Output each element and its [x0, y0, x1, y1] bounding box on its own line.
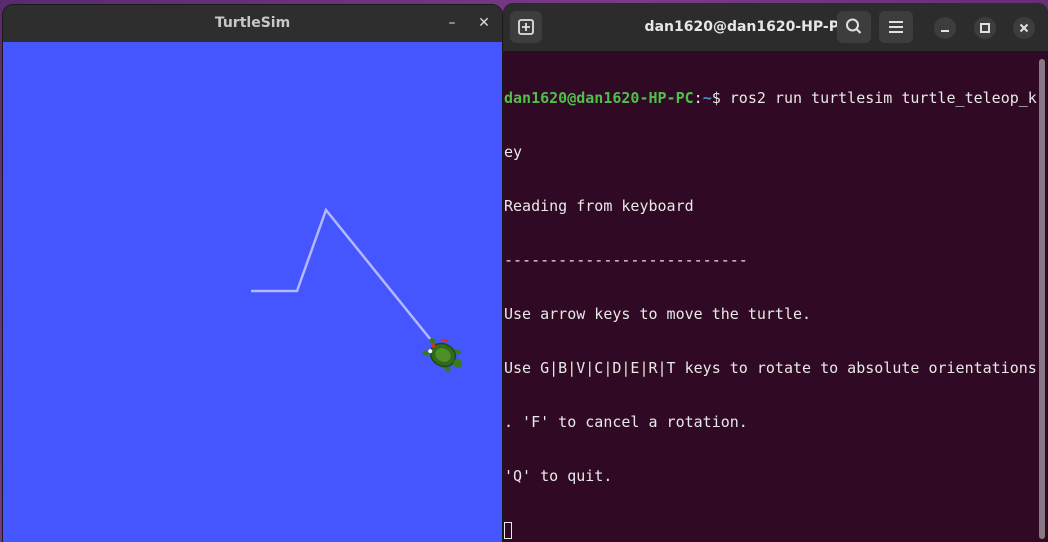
search-button[interactable] — [837, 11, 871, 43]
command-text: ros2 run turtlesim turtle_teleop_k — [729, 89, 1037, 107]
turtle-icon — [422, 338, 463, 372]
output-line: Reading from keyboard — [504, 197, 694, 215]
turtle-drawing — [251, 207, 463, 372]
terminal-minimize-button[interactable] — [934, 17, 956, 39]
command-wrap-line: ey — [504, 143, 523, 161]
prompt-user: dan1620@dan1620-HP-PC — [504, 89, 694, 107]
terminal-window: dan1620@dan1620-HP-PC: ~ dan1620@dan1620… — [503, 3, 1048, 542]
close-icon: ✕ — [478, 15, 490, 31]
menu-button[interactable] — [879, 11, 913, 43]
command-line: dan1620@dan1620-HP-PC:~$ ros2 run turtle… — [504, 89, 1037, 107]
terminal-close-button[interactable] — [1013, 17, 1035, 39]
turtlesim-titlebar[interactable]: TurtleSim – ✕ — [3, 5, 502, 43]
turtlesim-minimize-button[interactable]: – — [441, 12, 463, 34]
scrollbar-thumb[interactable] — [1039, 59, 1045, 539]
new-tab-icon — [518, 19, 534, 35]
output-line: Use arrow keys to move the turtle. — [504, 305, 812, 323]
turtlesim-close-button[interactable]: ✕ — [473, 12, 495, 34]
terminal-maximize-button[interactable] — [974, 17, 996, 39]
minimize-icon: – — [448, 15, 456, 31]
turtlesim-window: TurtleSim – ✕ — [3, 5, 502, 542]
output-line: Use G|B|V|C|D|E|R|T keys to rotate to ab… — [504, 359, 1037, 377]
hamburger-menu-icon — [889, 21, 903, 33]
new-tab-button[interactable] — [510, 11, 542, 43]
turtlesim-canvas — [3, 42, 502, 542]
cursor-line — [504, 521, 1037, 539]
terminal-title: dan1620@dan1620-HP-PC: ~ — [644, 19, 872, 35]
terminal-headerbar[interactable]: dan1620@dan1620-HP-PC: ~ — [503, 3, 1048, 52]
maximize-icon — [980, 23, 990, 33]
close-icon — [1019, 23, 1029, 33]
prompt-separator: : — [693, 89, 703, 107]
turtle-pen-trail — [251, 207, 432, 341]
prompt-path: ~ — [702, 89, 712, 107]
text-cursor — [504, 522, 512, 539]
terminal-scrollbar[interactable] — [1039, 59, 1045, 539]
prompt-dollar: $ — [711, 89, 730, 107]
terminal-output[interactable]: dan1620@dan1620-HP-PC:~$ ros2 run turtle… — [504, 53, 1037, 542]
output-line: --------------------------- — [504, 251, 748, 269]
output-line: 'Q' to quit. — [504, 467, 613, 485]
output-line: . 'F' to cancel a rotation. — [504, 413, 748, 431]
minimize-icon — [941, 30, 949, 32]
turtlesim-title: TurtleSim — [214, 15, 291, 31]
search-icon — [846, 18, 862, 34]
